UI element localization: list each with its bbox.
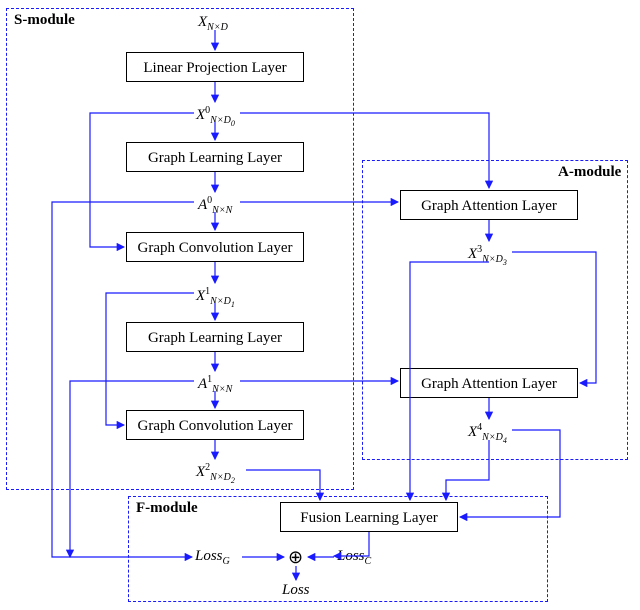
var-X1: X1N×D1 [196, 286, 235, 309]
s-module-label: S-module [14, 12, 75, 29]
f-module-label: F-module [136, 500, 198, 517]
fusion-learning-layer: Fusion Learning Layer [280, 502, 458, 532]
graph-convolution-layer-0: Graph Convolution Layer [126, 232, 304, 262]
var-X0: X0N×D0 [196, 105, 235, 128]
graph-convolution-layer-1: Graph Convolution Layer [126, 410, 304, 440]
loss-C: LossC [337, 548, 371, 567]
loss-final: Loss [282, 582, 310, 599]
linear-projection-layer: Linear Projection Layer [126, 52, 304, 82]
var-X-in: XN×D [198, 14, 228, 33]
diagram-canvas: S-module A-module F-module XN×D Linear P… [0, 0, 640, 610]
var-A0: A0N×N [198, 195, 232, 216]
var-X4: X4N×D4 [468, 422, 507, 445]
var-X3: X3N×D3 [468, 244, 507, 267]
oplus-icon: ⊕ [288, 548, 303, 566]
var-X2: X2N×D2 [196, 462, 235, 485]
graph-learning-layer-1: Graph Learning Layer [126, 322, 304, 352]
a-module-label: A-module [558, 164, 621, 181]
var-A1: A1N×N [198, 374, 232, 395]
graph-learning-layer-0: Graph Learning Layer [126, 142, 304, 172]
loss-G: LossG [195, 548, 230, 567]
graph-attention-layer-1: Graph Attention Layer [400, 368, 578, 398]
graph-attention-layer-0: Graph Attention Layer [400, 190, 578, 220]
